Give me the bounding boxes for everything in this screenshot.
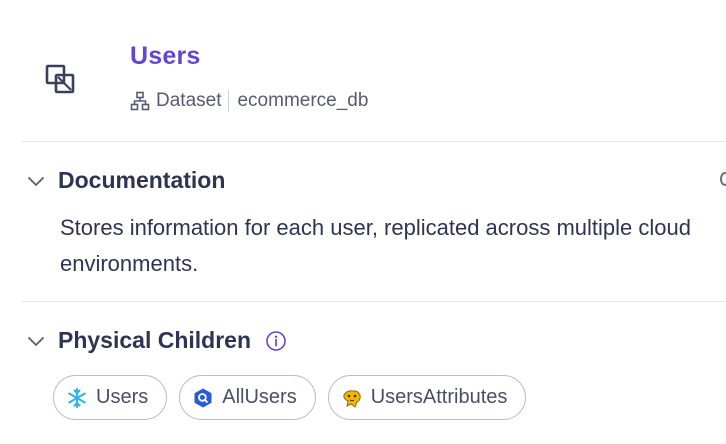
divider: [22, 301, 726, 302]
chevron-down-icon: [28, 336, 44, 346]
child-chip-label: AllUsers: [222, 386, 297, 408]
documentation-text: Stores information for each user, replic…: [60, 215, 691, 276]
page-title[interactable]: Users: [130, 42, 201, 71]
documentation-section-toggle[interactable]: Documentation: [26, 167, 225, 194]
bigquery-icon: [194, 388, 212, 407]
child-chip-usersattributes[interactable]: UsersAttributes: [327, 375, 527, 420]
physical-children-heading: Physical Children: [58, 327, 252, 353]
child-chip-label: Users: [96, 386, 149, 408]
database-name[interactable]: ecommerce_db: [237, 90, 368, 112]
entity-meta: Dataset ecommerce_db: [130, 90, 368, 112]
chevron-down-icon: [28, 176, 44, 186]
child-chip-allusers[interactable]: AllUsers: [179, 375, 316, 420]
documentation-heading: Documentation: [58, 167, 226, 193]
entity-type-label: Dataset: [156, 90, 222, 111]
dataset-entity-icon: [45, 64, 75, 94]
partial-edge-icon: [720, 172, 726, 186]
child-chip-label: UsersAttributes: [370, 386, 508, 408]
child-chip-users[interactable]: Users: [53, 375, 168, 420]
physical-children-list: Users AllUsers UsersAttributes: [53, 375, 527, 420]
hive-icon: [343, 389, 361, 408]
info-icon[interactable]: [265, 330, 287, 352]
physical-children-section-toggle[interactable]: Physical Children: [26, 327, 287, 354]
snowflake-icon: [68, 387, 86, 408]
meta-separator: [228, 90, 230, 112]
hierarchy-icon: [130, 91, 150, 111]
divider: [22, 141, 726, 142]
